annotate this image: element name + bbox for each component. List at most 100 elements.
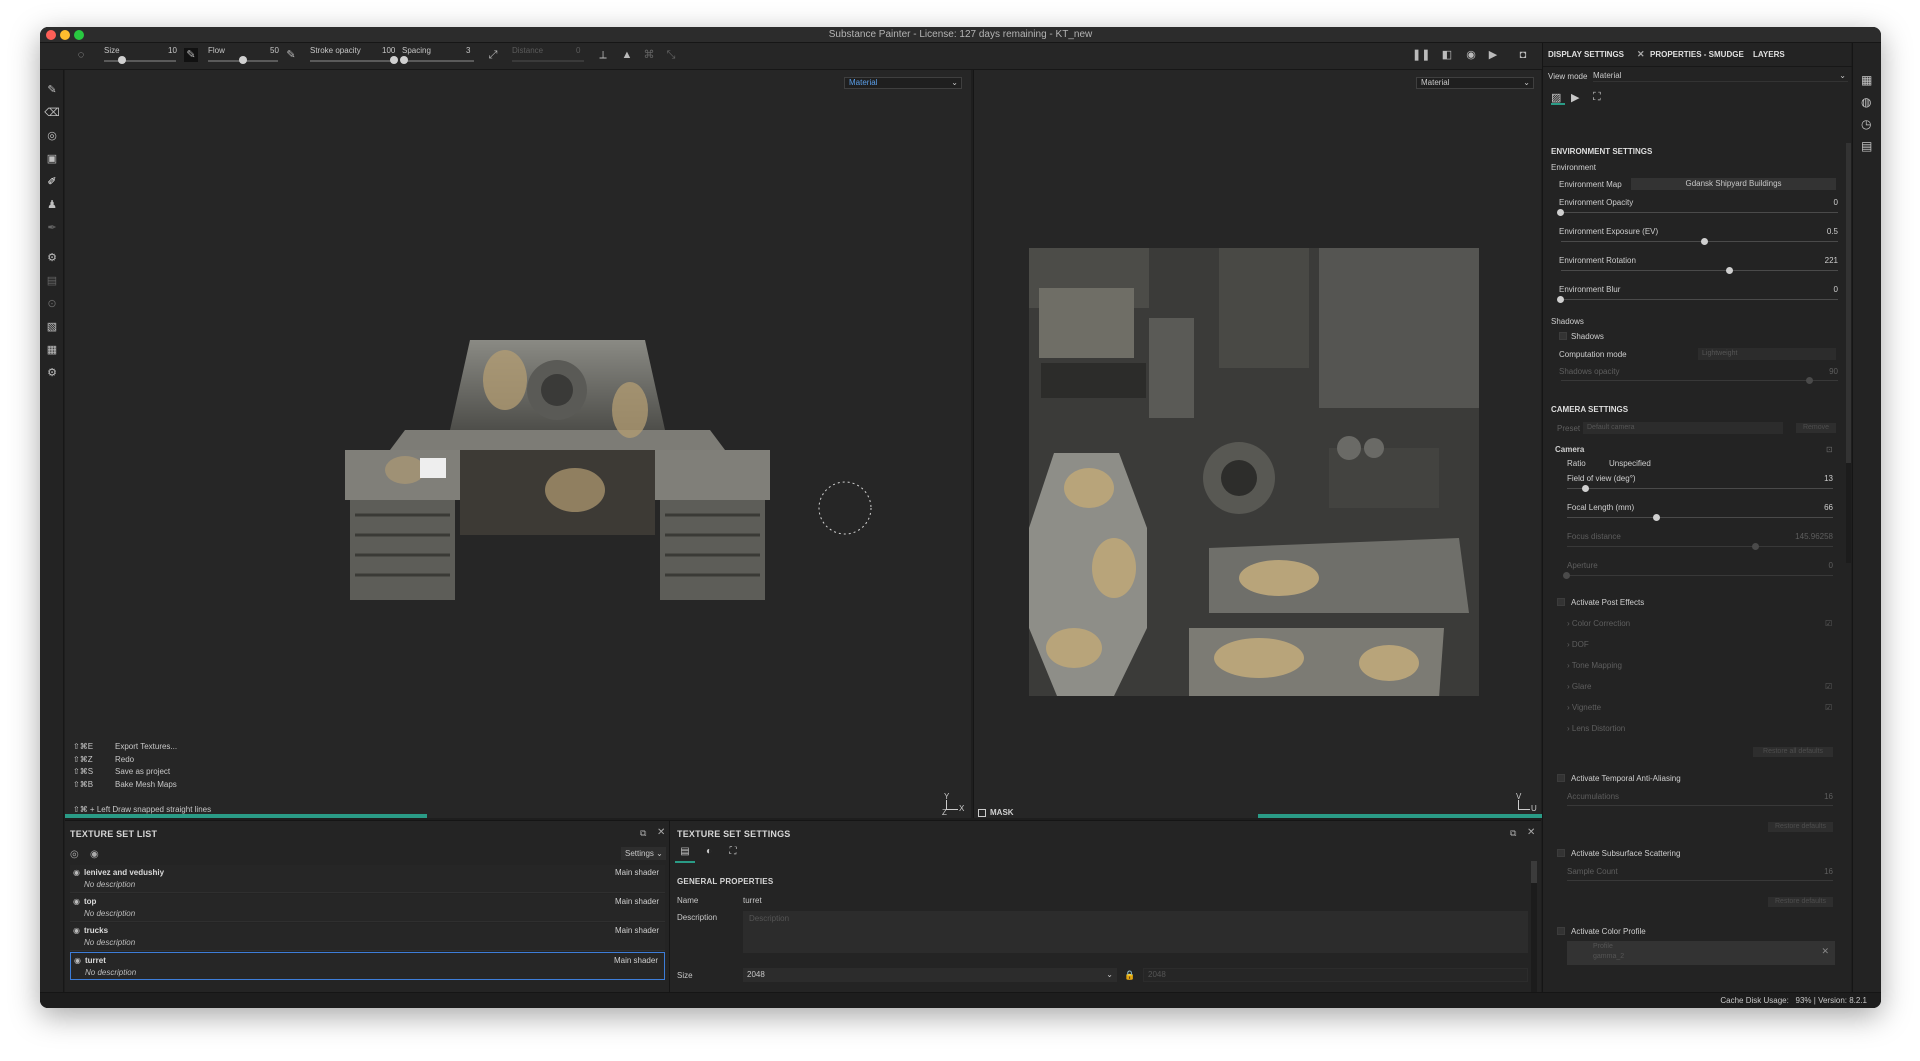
size-dropdown[interactable]: 2048 ⌄ (743, 968, 1117, 982)
shader-dropdown[interactable]: Main shader (615, 897, 659, 906)
visibility-eye-icon[interactable]: ◉ (73, 926, 80, 935)
split-view-icon[interactable]: ◧ (1440, 48, 1454, 62)
close-tab-icon[interactable]: ✕ (1637, 49, 1645, 60)
pause-icon[interactable]: ❚❚ (1412, 48, 1430, 62)
focal-length-slider-handle[interactable] (1653, 514, 1661, 521)
post-effect-dof[interactable]: › DOF (1567, 640, 1589, 649)
spacing-value[interactable]: 3 (466, 46, 470, 55)
shadows-checkbox[interactable] (1559, 332, 1567, 340)
clone-icon[interactable]: ♟ (44, 197, 60, 213)
size-value[interactable]: 10 (168, 46, 177, 55)
viewport-3d-mode-select[interactable]: Material ⌄ (844, 77, 962, 89)
ratio-value[interactable]: Unspecified (1609, 459, 1651, 468)
env-rotation-value[interactable]: 221 (1793, 256, 1838, 265)
color-profile-checkbox[interactable] (1557, 927, 1565, 935)
camera-lock-icon[interactable]: ⊡ (1826, 445, 1833, 454)
eye-icon[interactable]: ◉ (90, 849, 99, 860)
history-icon[interactable]: ◷ (1861, 117, 1871, 131)
bake-icon[interactable]: ⚙ (44, 250, 60, 266)
camera-tab-icon[interactable]: ▶ (1571, 91, 1585, 105)
size-slider-handle[interactable] (118, 56, 126, 64)
close-panel-icon[interactable]: ✕ (1527, 827, 1535, 838)
shader-dropdown[interactable]: Main shader (614, 956, 658, 965)
render-icon[interactable]: ◉ (1464, 48, 1478, 62)
eraser-icon[interactable]: ⌫ (44, 105, 60, 121)
mask-checkbox[interactable] (978, 808, 986, 817)
fov-slider-handle[interactable] (1581, 485, 1589, 492)
viewport-3d[interactable]: Material ⌄ ⇧⌘E Export Textures... ⇧⌘Z Re… (65, 70, 971, 818)
geometry-decal-icon[interactable]: ▤ (44, 273, 60, 289)
environment-map-picker[interactable]: Gdansk Shipyard Buildings (1631, 178, 1836, 190)
mirror-icon[interactable]: ▲ (620, 48, 634, 62)
pen-pressure-icon[interactable]: ✎ (184, 48, 198, 62)
mesh-maps-tab-icon[interactable]: ⛶ (723, 843, 743, 863)
smudge-icon[interactable]: ✐ (44, 174, 60, 190)
view-mode-dropdown[interactable]: Material ⌄ (1593, 70, 1848, 82)
focal-length-slider[interactable] (1567, 517, 1833, 518)
log-icon[interactable]: ▤ (1861, 139, 1872, 153)
env-blur-value[interactable]: 0 (1793, 285, 1838, 294)
viewport-2d[interactable]: Material ⌄ MASK V U (973, 70, 1542, 818)
scrollbar[interactable] (1531, 861, 1537, 1008)
float-panel-icon[interactable]: ⧉ (640, 828, 646, 839)
layers-panel-icon[interactable]: ▦ (1861, 73, 1872, 87)
transform-icon[interactable]: ⤡ (664, 48, 678, 62)
document-icon[interactable]: ▦ (44, 342, 60, 358)
zoom-window-button[interactable] (74, 30, 84, 40)
env-opacity-value[interactable]: 0 (1793, 198, 1838, 207)
camera-icon[interactable]: ▶ (1486, 48, 1500, 62)
post-effect-glare[interactable]: › Glare (1567, 682, 1591, 691)
plugin-icon[interactable]: ⚙ (44, 365, 60, 381)
post-effect-lens-distortion[interactable]: › Lens Distortion (1567, 724, 1625, 733)
settings-dropdown[interactable]: Settings ⌄ (621, 847, 666, 860)
float-panel-icon[interactable]: ⧉ (1510, 828, 1516, 839)
env-exposure-slider[interactable] (1561, 241, 1838, 242)
close-window-button[interactable] (46, 30, 56, 40)
post-effects-checkbox[interactable] (1557, 598, 1565, 606)
texture-set-row[interactable]: ◉ trucks No description Main shader (70, 923, 665, 951)
tab-properties-smudge[interactable]: PROPERTIES - SMUDGE (1650, 50, 1744, 59)
texture-set-row[interactable]: ◉ lenivez and vedushiy No description Ma… (70, 865, 665, 893)
tab-layers[interactable]: LAYERS (1753, 50, 1785, 59)
polygon-fill-icon[interactable]: ▣ (44, 151, 60, 167)
description-textarea[interactable]: Description (743, 911, 1528, 953)
focal-length-value[interactable]: 66 (1793, 503, 1833, 512)
channels-tab-icon[interactable]: ◐ (699, 843, 719, 863)
right-panel-scrollbar[interactable] (1846, 143, 1851, 563)
flow-slider-handle[interactable] (239, 56, 247, 64)
projection-icon[interactable]: ◎ (44, 128, 60, 144)
env-opacity-slider-handle[interactable] (1557, 209, 1564, 216)
sss-checkbox[interactable] (1557, 849, 1565, 857)
viewport-2d-mode-select[interactable]: Material ⌄ (1416, 77, 1534, 89)
spacing-slider-handle[interactable] (400, 56, 409, 64)
environment-tab-icon[interactable]: ▨ (1551, 91, 1565, 105)
env-rotation-slider-handle[interactable] (1725, 267, 1733, 274)
brush-preset-icon[interactable]: ◌ (74, 48, 88, 62)
spacing-slider[interactable] (402, 60, 474, 62)
env-exposure-slider-handle[interactable] (1701, 238, 1709, 245)
env-exposure-value[interactable]: 0.5 (1793, 227, 1838, 236)
taa-checkbox[interactable] (1557, 774, 1565, 782)
stroke-opacity-value[interactable]: 100 (382, 46, 395, 55)
name-value[interactable]: turret (743, 896, 762, 905)
lock-ratio-icon[interactable]: 🔒 (1123, 968, 1137, 982)
shader-dropdown[interactable]: Main shader (615, 868, 659, 877)
env-blur-slider-handle[interactable] (1557, 296, 1564, 303)
texture-set-row[interactable]: ◉ top No description Main shader (70, 894, 665, 922)
stroke-opacity-slider-handle[interactable] (390, 56, 398, 64)
color-picker-icon[interactable]: ⊙ (44, 296, 60, 312)
lazy-mouse-icon[interactable]: ⤢ (486, 48, 500, 62)
screenshot-icon[interactable]: ◘ (1516, 48, 1530, 62)
display-settings-icon[interactable]: ◍ (1861, 95, 1871, 109)
texture-set-row-selected[interactable]: ◉ turret No description Main shader (70, 952, 665, 980)
post-effect-tone-mapping[interactable]: › Tone Mapping (1567, 661, 1622, 670)
env-opacity-slider[interactable] (1561, 212, 1838, 213)
symmetry-icon[interactable]: ⟂ (596, 48, 610, 62)
flow-value[interactable]: 50 (270, 46, 279, 55)
photoshop-export-icon[interactable]: ▧ (44, 319, 60, 335)
visibility-eye-icon[interactable]: ◉ (73, 897, 80, 906)
minimize-window-button[interactable] (60, 30, 70, 40)
tab-display-settings[interactable]: DISPLAY SETTINGS (1548, 50, 1624, 59)
flow-pressure-icon[interactable]: ✎ (284, 48, 298, 62)
general-settings-tab-icon[interactable]: ▤ (675, 843, 695, 863)
